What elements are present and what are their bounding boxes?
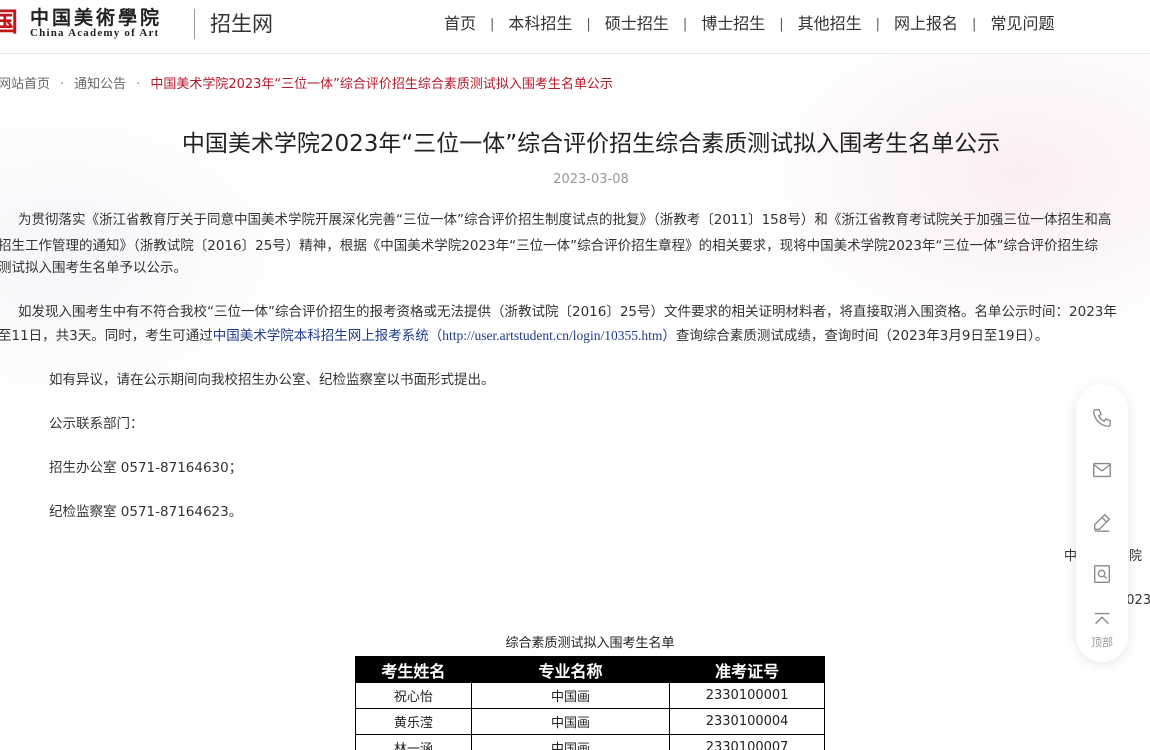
- table-row: 黄乐滢 中国画 2330100004: [355, 708, 825, 735]
- nav-master[interactable]: 硕士招生: [591, 13, 683, 35]
- search-doc-icon: [1093, 565, 1111, 583]
- paragraph-2-line-1: 如发现入围考生中有不符合我校“三位一体”综合评价招生的报考资格或无法提供（浙教试…: [18, 304, 1117, 320]
- breadcrumb-current: 中国美术学院2023年“三位一体”综合评价招生综合素质测试拟入围考生名单公示: [150, 77, 613, 92]
- mail-button[interactable]: [1076, 444, 1128, 496]
- logo-divider: [194, 9, 195, 39]
- paragraph-admissions-office: 招生办公室 0571-87164630；: [49, 460, 243, 476]
- candidate-table: 考生姓名 专业名称 准考证号 祝心怡 中国画 2330100001 黄乐滢 中国…: [355, 656, 825, 750]
- breadcrumb-notices[interactable]: 通知公告: [74, 77, 126, 92]
- site-header: 国 中国美術學院 China Academy of Art 招生网 首页 | 本…: [0, 0, 1150, 54]
- cell-candidate-name: 祝心怡: [355, 682, 472, 709]
- nav-online-registration[interactable]: 网上报名: [880, 13, 972, 35]
- table-row: 林一涵 中国画 2330100007: [355, 734, 825, 750]
- breadcrumb-home[interactable]: 网站首页: [0, 77, 50, 92]
- paragraph-1-line-1: 为贯彻落实《浙江省教育厅关于同意中国美术学院开展深化完善“三位一体”综合评价招生…: [18, 212, 1112, 228]
- cell-major: 中国画: [470, 682, 671, 709]
- main-nav: 首页 | 本科招生 | 硕士招生 | 博士招生 | 其他招生 | 网上报名 | …: [430, 13, 1068, 35]
- phone-icon: [1093, 409, 1111, 427]
- floating-toolbar: 顶部: [1076, 384, 1128, 662]
- logo-english-name[interactable]: China Academy of Art: [30, 27, 159, 39]
- cell-candidate-name: 林一涵: [355, 734, 472, 750]
- edit-icon: [1093, 513, 1111, 532]
- cell-exam-number: 2330100004: [669, 708, 825, 735]
- nav-undergraduate[interactable]: 本科招生: [494, 13, 586, 35]
- table-caption: 综合素质测试拟入围考生名单: [505, 636, 675, 651]
- back-to-top-label[interactable]: 顶部: [1076, 636, 1128, 650]
- header-major: 专业名称: [470, 656, 671, 683]
- cell-candidate-name: 黄乐滢: [355, 708, 472, 735]
- nav-home[interactable]: 首页: [430, 13, 490, 35]
- paragraph-objection: 如有异议，请在公示期间向我校招生办公室、纪检监察室以书面形式提出。: [49, 372, 495, 388]
- paragraph-2-text-b: 查询综合素质测试成绩，查询时间（2023年3月9日至19日）。: [675, 328, 1049, 344]
- breadcrumb-separator: ·: [60, 77, 65, 92]
- mail-icon: [1093, 462, 1111, 478]
- nav-faq[interactable]: 常见问题: [976, 13, 1068, 35]
- site-name[interactable]: 招生网: [210, 10, 273, 38]
- paragraph-1-line-3: 测试拟入围考生名单予以公示。: [0, 260, 187, 276]
- paragraph-discipline-office: 纪检监察室 0571-87164623。: [49, 504, 243, 520]
- logo-mark[interactable]: 国: [0, 8, 20, 38]
- back-to-top-icon: [1094, 612, 1110, 625]
- registration-system-link[interactable]: 中国美术学院本科招生网上报考系统（http://user.artstudent.…: [213, 328, 676, 344]
- cell-exam-number: 2330100007: [669, 734, 825, 750]
- header-candidate-name: 考生姓名: [355, 656, 472, 683]
- page-title: 中国美术学院2023年“三位一体”综合评价招生综合素质测试拟入围考生名单公示: [181, 131, 1001, 157]
- cell-exam-number: 2330100001: [669, 682, 825, 709]
- paragraph-contact-heading: 公示联系部门：: [49, 416, 144, 432]
- phone-button[interactable]: [1076, 392, 1128, 444]
- paragraph-2-text-a: 至11日，共3天。同时，考生可通过: [0, 328, 213, 344]
- cell-major: 中国画: [470, 708, 671, 735]
- registration-system-url[interactable]: http://user.artstudent.cn/login/10355.ht…: [442, 328, 662, 343]
- breadcrumb-separator: ·: [136, 77, 141, 92]
- table-header-row: 考生姓名 专业名称 准考证号: [355, 656, 825, 683]
- edit-button[interactable]: [1076, 496, 1128, 548]
- registration-system-link-text[interactable]: 中国美术学院本科招生网上报考系统（: [213, 328, 443, 344]
- table-row: 祝心怡 中国画 2330100001: [355, 682, 825, 709]
- registration-system-link-end[interactable]: ）: [662, 328, 676, 344]
- back-to-top-button[interactable]: [1076, 602, 1128, 638]
- search-button[interactable]: [1076, 548, 1128, 600]
- paragraph-2-line-2: 至11日，共3天。同时，考生可通过中国美术学院本科招生网上报考系统（http:/…: [0, 323, 1048, 349]
- nav-doctoral[interactable]: 博士招生: [687, 13, 779, 35]
- logo-chinese-name[interactable]: 中国美術學院: [30, 7, 162, 29]
- nav-other[interactable]: 其他招生: [784, 13, 876, 35]
- breadcrumb: 网站首页 · 通知公告 · 中国美术学院2023年“三位一体”综合评价招生综合素质测试拟…: [0, 76, 613, 94]
- cell-major: 中国画: [470, 734, 671, 750]
- publish-date: 2023-03-08: [553, 172, 629, 187]
- header-exam-number: 准考证号: [669, 656, 825, 683]
